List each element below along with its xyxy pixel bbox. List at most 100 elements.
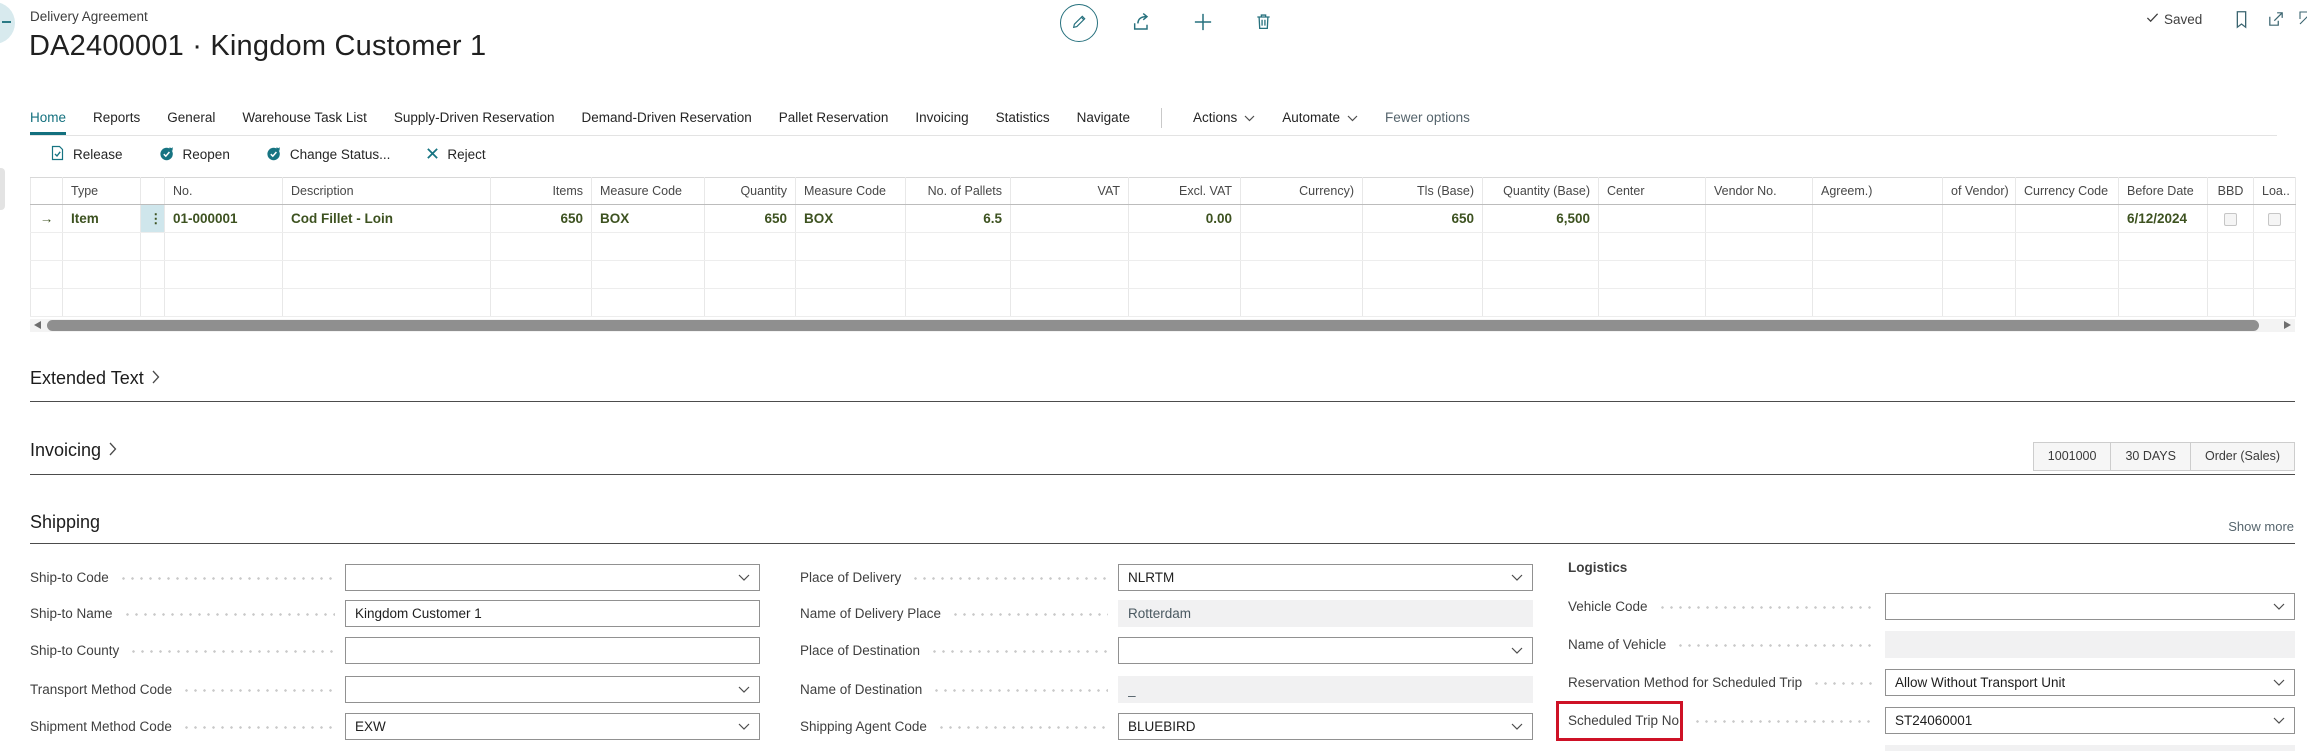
empty-grid-cell[interactable] bbox=[1943, 233, 2016, 261]
column-header-agreem[interactable]: Agreem.) bbox=[1813, 178, 1943, 205]
delete-button[interactable] bbox=[1254, 12, 1273, 34]
empty-grid-cell[interactable] bbox=[592, 261, 705, 289]
column-header-description[interactable]: Description bbox=[283, 178, 491, 205]
chevron-down-icon[interactable] bbox=[2273, 679, 2285, 687]
empty-grid-cell[interactable] bbox=[141, 261, 165, 289]
release-button[interactable]: Release bbox=[50, 145, 123, 164]
empty-grid-cell[interactable] bbox=[705, 233, 796, 261]
invoicing-summary-tile-30-days[interactable]: 30 DAYS bbox=[2110, 442, 2191, 471]
empty-grid-cell[interactable] bbox=[1129, 233, 1241, 261]
empty-grid-cell[interactable] bbox=[2254, 261, 2296, 289]
grid-cell-description[interactable]: Cod Fillet - Loin bbox=[283, 205, 491, 233]
combobox-transport-method-code[interactable] bbox=[345, 676, 760, 703]
empty-grid-cell[interactable] bbox=[1706, 289, 1813, 317]
grid-cell-of-vendor[interactable] bbox=[1943, 205, 2016, 233]
empty-grid-cell[interactable] bbox=[63, 233, 141, 261]
shipping-section-header[interactable]: Shipping bbox=[30, 512, 100, 533]
empty-grid-cell[interactable] bbox=[1483, 233, 1599, 261]
empty-grid-cell[interactable] bbox=[165, 233, 283, 261]
empty-grid-cell[interactable] bbox=[283, 261, 491, 289]
chevron-down-icon[interactable] bbox=[738, 723, 750, 731]
column-header-of-vendor[interactable]: of Vendor) bbox=[1943, 178, 2016, 205]
checkbox[interactable] bbox=[2268, 213, 2281, 226]
input-ship-to-name[interactable]: Kingdom Customer 1 bbox=[345, 600, 760, 627]
column-header-loa[interactable]: Loa.. bbox=[2254, 178, 2296, 205]
grid-cell-measure-code[interactable]: BOX bbox=[592, 205, 705, 233]
column-header-vat[interactable]: VAT bbox=[1011, 178, 1129, 205]
column-header-quantity[interactable]: Quantity bbox=[705, 178, 796, 205]
empty-grid-cell[interactable] bbox=[1943, 261, 2016, 289]
clipped-edge-icon[interactable] bbox=[2298, 10, 2307, 26]
empty-grid-cell[interactable] bbox=[1706, 261, 1813, 289]
column-header-no-of-pallets[interactable]: No. of Pallets bbox=[906, 178, 1011, 205]
chevron-down-icon[interactable] bbox=[738, 686, 750, 694]
tab-general[interactable]: General bbox=[167, 100, 215, 135]
empty-grid-cell[interactable] bbox=[1363, 233, 1483, 261]
input-ship-to-county[interactable] bbox=[345, 637, 760, 664]
empty-grid-cell[interactable] bbox=[31, 233, 63, 261]
combobox-ship-to-code[interactable] bbox=[345, 564, 760, 591]
chevron-down-icon[interactable] bbox=[738, 574, 750, 582]
empty-grid-cell[interactable] bbox=[2208, 261, 2254, 289]
empty-grid-cell[interactable] bbox=[491, 233, 592, 261]
empty-grid-cell[interactable] bbox=[2016, 261, 2119, 289]
empty-grid-cell[interactable] bbox=[141, 233, 165, 261]
empty-grid-cell[interactable] bbox=[2016, 233, 2119, 261]
tab-warehouse-task-list[interactable]: Warehouse Task List bbox=[242, 100, 367, 135]
fewer-options-link[interactable]: Fewer options bbox=[1385, 100, 1470, 135]
horizontal-scrollbar[interactable] bbox=[30, 319, 2295, 332]
tab-pallet-reservation[interactable]: Pallet Reservation bbox=[779, 100, 889, 135]
empty-grid-cell[interactable] bbox=[1943, 289, 2016, 317]
empty-grid-cell[interactable] bbox=[796, 261, 906, 289]
tab-invoicing[interactable]: Invoicing bbox=[915, 100, 968, 135]
grid-cell-center[interactable] bbox=[1599, 205, 1706, 233]
column-header-measure-code[interactable]: Measure Code bbox=[592, 178, 705, 205]
empty-grid-cell[interactable] bbox=[1011, 233, 1129, 261]
grid-cell-before-date[interactable]: 6/12/2024 bbox=[2119, 205, 2208, 233]
column-header-no[interactable]: No. bbox=[165, 178, 283, 205]
grid-cell-no-of-pallets[interactable]: 6.5 bbox=[906, 205, 1011, 233]
empty-grid-cell[interactable] bbox=[283, 289, 491, 317]
column-header-before-date[interactable]: Before Date bbox=[2119, 178, 2208, 205]
reopen-button[interactable]: Reopen bbox=[159, 145, 230, 164]
chevron-down-icon[interactable] bbox=[1511, 723, 1523, 731]
invoicing-summary-tile-1001000[interactable]: 1001000 bbox=[2033, 442, 2112, 471]
checkbox[interactable] bbox=[2224, 213, 2237, 226]
empty-grid-cell[interactable] bbox=[1599, 261, 1706, 289]
change-status-button[interactable]: Change Status... bbox=[266, 145, 391, 164]
empty-grid-cell[interactable] bbox=[592, 233, 705, 261]
tab-navigate[interactable]: Navigate bbox=[1077, 100, 1130, 135]
empty-grid-cell[interactable] bbox=[2016, 289, 2119, 317]
empty-grid-cell[interactable] bbox=[592, 289, 705, 317]
empty-grid-cell[interactable] bbox=[63, 261, 141, 289]
empty-grid-cell[interactable] bbox=[141, 289, 165, 317]
row-menu-dots[interactable]: ⋮ bbox=[141, 205, 165, 233]
empty-grid-cell[interactable] bbox=[1011, 289, 1129, 317]
empty-grid-cell[interactable] bbox=[1129, 261, 1241, 289]
bookmark-icon[interactable] bbox=[2233, 10, 2250, 29]
column-header-items[interactable]: Items bbox=[491, 178, 592, 205]
empty-grid-cell[interactable] bbox=[1363, 261, 1483, 289]
empty-grid-cell[interactable] bbox=[31, 261, 63, 289]
empty-grid-cell[interactable] bbox=[31, 289, 63, 317]
empty-grid-cell[interactable] bbox=[906, 233, 1011, 261]
edit-button[interactable] bbox=[1060, 4, 1098, 42]
empty-grid-cell[interactable] bbox=[906, 289, 1011, 317]
lines-grid[interactable]: TypeNo.DescriptionItemsMeasure CodeQuant… bbox=[30, 177, 2296, 317]
combobox-place-of-destination[interactable] bbox=[1118, 637, 1533, 664]
scrollbar-thumb[interactable] bbox=[47, 320, 2259, 331]
tab-demand-driven-reservation[interactable]: Demand-Driven Reservation bbox=[581, 100, 751, 135]
extended-text-section-header[interactable]: Extended Text bbox=[30, 368, 160, 389]
empty-grid-cell[interactable] bbox=[1813, 261, 1943, 289]
column-header-excl-vat[interactable]: Excl. VAT bbox=[1129, 178, 1241, 205]
tab-statistics[interactable]: Statistics bbox=[996, 100, 1050, 135]
empty-grid-cell[interactable] bbox=[2208, 289, 2254, 317]
empty-grid-cell[interactable] bbox=[1706, 233, 1813, 261]
combobox-shipment-method-code[interactable]: EXW bbox=[345, 713, 760, 740]
empty-grid-cell[interactable] bbox=[1241, 289, 1363, 317]
empty-grid-cell[interactable] bbox=[1813, 233, 1943, 261]
new-button[interactable] bbox=[1193, 12, 1213, 35]
grid-cell-currency[interactable] bbox=[1241, 205, 1363, 233]
empty-grid-cell[interactable] bbox=[2119, 261, 2208, 289]
chevron-down-icon[interactable] bbox=[2273, 603, 2285, 611]
